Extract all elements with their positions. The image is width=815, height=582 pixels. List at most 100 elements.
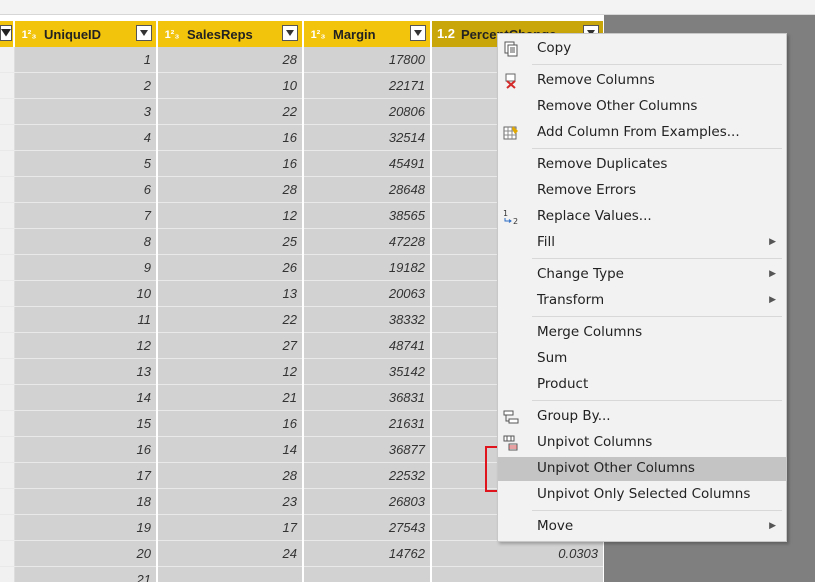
column-header-uniqueid[interactable]: 1²₃ UniqueID	[14, 21, 158, 47]
table-cell[interactable]: 21	[157, 384, 304, 411]
table-cell[interactable]: 10	[14, 280, 158, 307]
row-selector[interactable]	[0, 176, 15, 203]
table-cell[interactable]: 1	[14, 47, 158, 73]
table-cell[interactable]	[431, 566, 604, 582]
column-header-margin[interactable]: 1²₃ Margin	[303, 21, 432, 47]
table-cell[interactable]: 4	[14, 124, 158, 151]
table-cell[interactable]: 12	[157, 358, 304, 385]
table-cell[interactable]: 20063	[303, 280, 432, 307]
table-cell[interactable]: 8	[14, 228, 158, 255]
table-cell[interactable]: 16	[14, 436, 158, 463]
table-cell[interactable]: 38565	[303, 202, 432, 229]
row-selector[interactable]	[0, 514, 15, 541]
menu-item-change-type[interactable]: Change Type ▶	[498, 263, 786, 287]
menu-item-copy[interactable]: Copy	[498, 37, 786, 61]
menu-item-unpivot-only-selected-columns[interactable]: Unpivot Only Selected Columns	[498, 483, 786, 507]
row-selector[interactable]	[0, 72, 15, 99]
table-cell[interactable]: 26803	[303, 488, 432, 515]
row-selector[interactable]	[0, 540, 15, 567]
menu-item-transform[interactable]: Transform ▶	[498, 289, 786, 313]
table-cell[interactable]: 25	[157, 228, 304, 255]
table-cell[interactable]: 12	[14, 332, 158, 359]
row-selector[interactable]	[0, 306, 15, 333]
menu-item-unpivot-other-columns[interactable]: Unpivot Other Columns	[498, 457, 786, 481]
menu-item-product[interactable]: Product	[498, 373, 786, 397]
filter-dropdown-icon[interactable]	[410, 25, 426, 41]
table-cell[interactable]: 16	[157, 150, 304, 177]
table-cell[interactable]: 24	[157, 540, 304, 567]
table-cell[interactable]: 32514	[303, 124, 432, 151]
table-cell[interactable]: 28	[157, 176, 304, 203]
table-cell[interactable]: 0.0303	[431, 540, 604, 567]
table-menu-icon[interactable]	[0, 25, 12, 41]
decimal-type-icon[interactable]: 1.2	[435, 26, 457, 41]
table-cell[interactable]: 14	[157, 436, 304, 463]
row-selector[interactable]	[0, 47, 15, 73]
table-cell[interactable]: 36877	[303, 436, 432, 463]
menu-item-add-column-from-examples[interactable]: Add Column From Examples...	[498, 121, 786, 145]
whole-number-type-icon[interactable]: 1²₃	[161, 29, 183, 41]
menu-item-replace-values[interactable]: 12 Replace Values...	[498, 205, 786, 229]
table-cell[interactable]: 36831	[303, 384, 432, 411]
table-cell[interactable]: 28	[157, 462, 304, 489]
row-selector[interactable]	[0, 462, 15, 489]
menu-item-sum[interactable]: Sum	[498, 347, 786, 371]
table-cell[interactable]: 27543	[303, 514, 432, 541]
row-selector[interactable]	[0, 332, 15, 359]
menu-item-group-by[interactable]: Group By...	[498, 405, 786, 429]
table-cell[interactable]: 14762	[303, 540, 432, 567]
table-cell[interactable]: 17	[157, 514, 304, 541]
whole-number-type-icon[interactable]: 1²₃	[307, 29, 329, 41]
table-cell[interactable]: 5	[14, 150, 158, 177]
menu-item-move[interactable]: Move ▶	[498, 515, 786, 539]
row-selector[interactable]	[0, 98, 15, 125]
menu-item-remove-columns[interactable]: Remove Columns	[498, 69, 786, 93]
table-cell[interactable]: 7	[14, 202, 158, 229]
row-selector[interactable]	[0, 488, 15, 515]
table-cell[interactable]: 28	[157, 47, 304, 73]
row-selector[interactable]	[0, 566, 15, 582]
row-selector[interactable]	[0, 384, 15, 411]
row-selector[interactable]	[0, 358, 15, 385]
table-row[interactable]: 20 24 14762 0.0303	[0, 540, 604, 567]
menu-item-remove-other-columns[interactable]: Remove Other Columns	[498, 95, 786, 119]
table-cell[interactable]: 22171	[303, 72, 432, 99]
table-cell[interactable]: 38332	[303, 306, 432, 333]
table-cell[interactable]: 20806	[303, 98, 432, 125]
table-cell[interactable]: 13	[157, 280, 304, 307]
table-cell[interactable]: 19	[14, 514, 158, 541]
table-cell[interactable]: 17	[14, 462, 158, 489]
table-cell[interactable]: 9	[14, 254, 158, 281]
table-cell[interactable]: 18	[14, 488, 158, 515]
row-selector[interactable]	[0, 124, 15, 151]
table-cell[interactable]: 17800	[303, 47, 432, 73]
table-cell[interactable]: 35142	[303, 358, 432, 385]
row-selector[interactable]	[0, 150, 15, 177]
menu-item-remove-duplicates[interactable]: Remove Duplicates	[498, 153, 786, 177]
table-cell[interactable]: 21631	[303, 410, 432, 437]
table-cell[interactable]: 3	[14, 98, 158, 125]
row-selector[interactable]	[0, 254, 15, 281]
table-cell[interactable]: 20	[14, 540, 158, 567]
row-selector[interactable]	[0, 202, 15, 229]
table-cell[interactable]: 14	[14, 384, 158, 411]
column-header-salesreps[interactable]: 1²₃ SalesReps	[157, 21, 304, 47]
table-cell[interactable]	[157, 566, 304, 582]
table-cell[interactable]: 28648	[303, 176, 432, 203]
table-cell[interactable]: 19182	[303, 254, 432, 281]
menu-item-remove-errors[interactable]: Remove Errors	[498, 179, 786, 203]
row-selector-header[interactable]	[0, 21, 15, 47]
table-cell[interactable]: 45491	[303, 150, 432, 177]
table-cell[interactable]: 48741	[303, 332, 432, 359]
menu-item-fill[interactable]: Fill ▶	[498, 231, 786, 255]
table-cell[interactable]: 16	[157, 410, 304, 437]
row-selector[interactable]	[0, 410, 15, 437]
table-cell[interactable]: 21	[14, 566, 158, 582]
table-cell[interactable]: 23	[157, 488, 304, 515]
table-cell[interactable]: 22532	[303, 462, 432, 489]
table-cell[interactable]: 47228	[303, 228, 432, 255]
table-cell[interactable]	[303, 566, 432, 582]
menu-item-merge-columns[interactable]: Merge Columns	[498, 321, 786, 345]
table-cell[interactable]: 11	[14, 306, 158, 333]
table-cell[interactable]: 16	[157, 124, 304, 151]
